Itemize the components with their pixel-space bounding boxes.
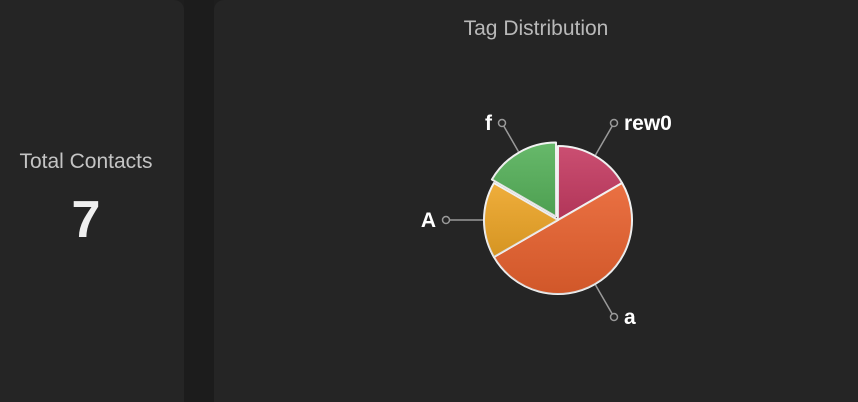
slice-label-f: f (485, 112, 493, 135)
panel-divider (184, 0, 214, 402)
slice-label-a: a (624, 306, 636, 329)
leader-line-f (501, 122, 520, 152)
total-contacts-card: Total Contacts 7 (0, 0, 184, 402)
slice-label-rew0: rew0 (624, 112, 672, 135)
leader-dot-a (441, 215, 451, 225)
tag-distribution-card: Tag Distribution rew0 a Af (214, 0, 858, 402)
leader-dot-f (497, 118, 507, 128)
leader-dot-a (609, 312, 619, 322)
leader-line-rew0 (594, 122, 615, 156)
tag-pie-chart: rew0 a Af (421, 112, 672, 329)
total-contacts-label: Total Contacts (19, 150, 153, 173)
slice-label-a: A (421, 209, 436, 232)
total-contacts-value: 7 (71, 191, 101, 249)
leader-dot-rew0 (609, 118, 619, 128)
leader-line-a (594, 284, 615, 318)
